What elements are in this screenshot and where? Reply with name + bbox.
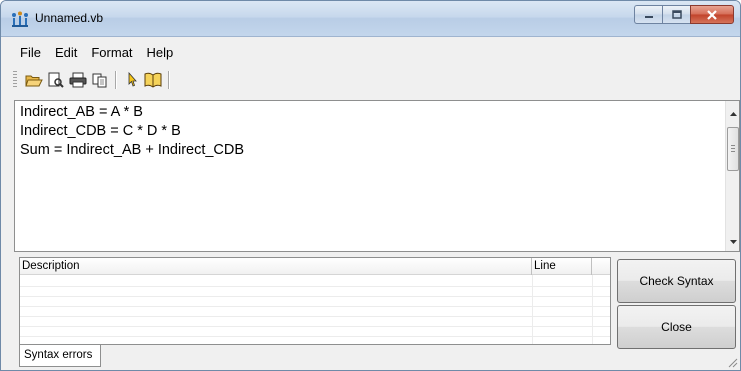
menu-file[interactable]: File	[13, 41, 48, 65]
scroll-down-button[interactable]	[726, 235, 740, 249]
window-title: Unnamed.vb	[35, 11, 104, 25]
tab-syntax-errors[interactable]: Syntax errors	[19, 345, 101, 367]
column-header-line[interactable]: Line	[532, 258, 592, 275]
chevron-down-icon	[729, 240, 737, 244]
print-icon	[69, 72, 87, 88]
syntax-errors-list[interactable]: Description Line	[19, 257, 611, 345]
code-line[interactable]: Sum = Indirect_AB + Indirect_CDB	[20, 141, 244, 160]
table-row[interactable]	[20, 297, 610, 307]
help-book-icon	[144, 72, 162, 88]
resize-grip-icon[interactable]	[726, 356, 738, 368]
chevron-up-icon	[729, 112, 737, 116]
scroll-up-button[interactable]	[726, 107, 740, 121]
title-bar[interactable]: Unnamed.vb	[1, 1, 740, 37]
column-header-description[interactable]: Description	[20, 258, 532, 275]
app-icon	[12, 11, 28, 27]
column-divider	[592, 275, 593, 344]
help-pointer-icon	[128, 72, 137, 87]
check-syntax-button[interactable]: Check Syntax	[617, 259, 736, 303]
maximize-button[interactable]	[662, 5, 690, 24]
maximize-icon	[671, 10, 682, 19]
minimize-icon	[644, 15, 653, 18]
close-button[interactable]: Close	[617, 305, 736, 349]
open-button[interactable]	[23, 69, 45, 91]
code-content[interactable]: Indirect_AB = A * B Indirect_CDB = C * D…	[20, 103, 244, 160]
table-row[interactable]	[20, 307, 610, 317]
table-row[interactable]	[20, 287, 610, 297]
copy-icon	[92, 73, 107, 88]
help-book-button[interactable]	[142, 69, 164, 91]
menu-format[interactable]: Format	[84, 41, 139, 65]
print-preview-icon	[48, 72, 64, 88]
copy-button[interactable]	[89, 69, 111, 91]
column-divider	[532, 275, 533, 344]
scroll-thumb[interactable]	[727, 127, 739, 171]
table-row[interactable]	[20, 317, 610, 327]
toolbar-separator	[168, 71, 169, 89]
print-preview-button[interactable]	[45, 69, 67, 91]
toolbar	[13, 67, 173, 93]
close-icon	[707, 9, 717, 20]
toolbar-grip[interactable]	[13, 71, 17, 89]
minimize-button[interactable]	[634, 5, 662, 24]
toolbar-separator	[115, 71, 116, 89]
close-window-button[interactable]	[690, 5, 734, 24]
window-controls	[634, 5, 734, 25]
menu-bar: File Edit Format Help	[1, 41, 180, 65]
table-row[interactable]	[20, 327, 610, 337]
open-folder-icon	[25, 75, 43, 87]
help-pointer-button[interactable]	[120, 69, 142, 91]
main-window: Unnamed.vb File Edit Format Help Indirec…	[0, 0, 741, 371]
code-line[interactable]: Indirect_CDB = C * D * B	[20, 122, 244, 141]
menu-help[interactable]: Help	[140, 41, 181, 65]
code-line[interactable]: Indirect_AB = A * B	[20, 103, 244, 122]
print-button[interactable]	[67, 69, 89, 91]
code-editor[interactable]: Indirect_AB = A * B Indirect_CDB = C * D…	[14, 100, 740, 252]
errors-header: Description Line	[20, 258, 610, 275]
menu-edit[interactable]: Edit	[48, 41, 84, 65]
editor-vertical-scrollbar[interactable]	[725, 101, 739, 251]
table-row[interactable]	[20, 275, 610, 287]
